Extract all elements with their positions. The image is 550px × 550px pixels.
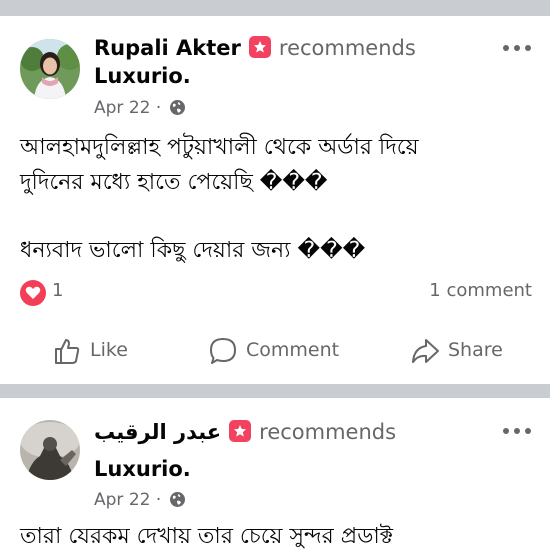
feed-separator <box>0 384 550 398</box>
comment-button[interactable]: Comment <box>208 334 339 366</box>
share-button[interactable]: Share <box>410 334 503 366</box>
recommends-label: recommends <box>278 36 416 60</box>
avatar[interactable] <box>20 420 80 480</box>
post-text-line: আলহামদুলিল্লাহ পটুয়াখালী থেকে অর্ডার দি… <box>20 135 419 160</box>
globe-icon <box>169 100 185 115</box>
reaction-count[interactable]: 1 <box>52 280 63 301</box>
post-date[interactable]: Apr 22 · <box>94 98 161 118</box>
more-dots-icon[interactable] <box>502 42 532 54</box>
avatar[interactable] <box>20 39 80 99</box>
comment-bubble-icon <box>210 337 236 364</box>
love-reaction-icon[interactable] <box>20 280 46 306</box>
comment-label: Comment <box>246 339 340 361</box>
post-actions: Like Comment Share <box>0 334 550 366</box>
recommend-star-icon <box>248 36 271 58</box>
post-text-line: তারা যেরকম দেখায় তার চেয়ে সুন্দর প্রডা… <box>20 524 394 549</box>
like-label: Like <box>90 339 128 361</box>
post-date[interactable]: Apr 22 · <box>94 490 161 510</box>
globe-icon <box>169 492 185 507</box>
thumbs-up-icon <box>55 338 80 364</box>
post-text-line: ধন্যবাদ ভালো কিছু দেয়ার জন্য ��� <box>20 238 366 263</box>
recommends-label: recommends <box>259 420 397 444</box>
post-text-line: দুদিনের মধ্যে হাতে পেয়েছি ��� <box>20 170 328 195</box>
recommend-star-icon <box>229 420 252 442</box>
post-author-name[interactable]: Rupali Akter <box>94 36 241 60</box>
more-dots-icon[interactable] <box>502 425 532 437</box>
recommended-page-name[interactable]: Luxurio. <box>94 63 191 89</box>
feed-separator <box>0 0 550 16</box>
comment-count-link[interactable]: 1 comment <box>429 280 532 301</box>
share-arrow-icon <box>412 338 439 363</box>
post-author-name[interactable]: عبدر الرقيب <box>94 420 221 444</box>
like-button[interactable]: Like <box>52 334 128 366</box>
share-label: Share <box>448 339 503 361</box>
reaction-summary: 1 1 comment <box>20 278 532 306</box>
recommended-page-name[interactable]: Luxurio. <box>94 456 191 482</box>
